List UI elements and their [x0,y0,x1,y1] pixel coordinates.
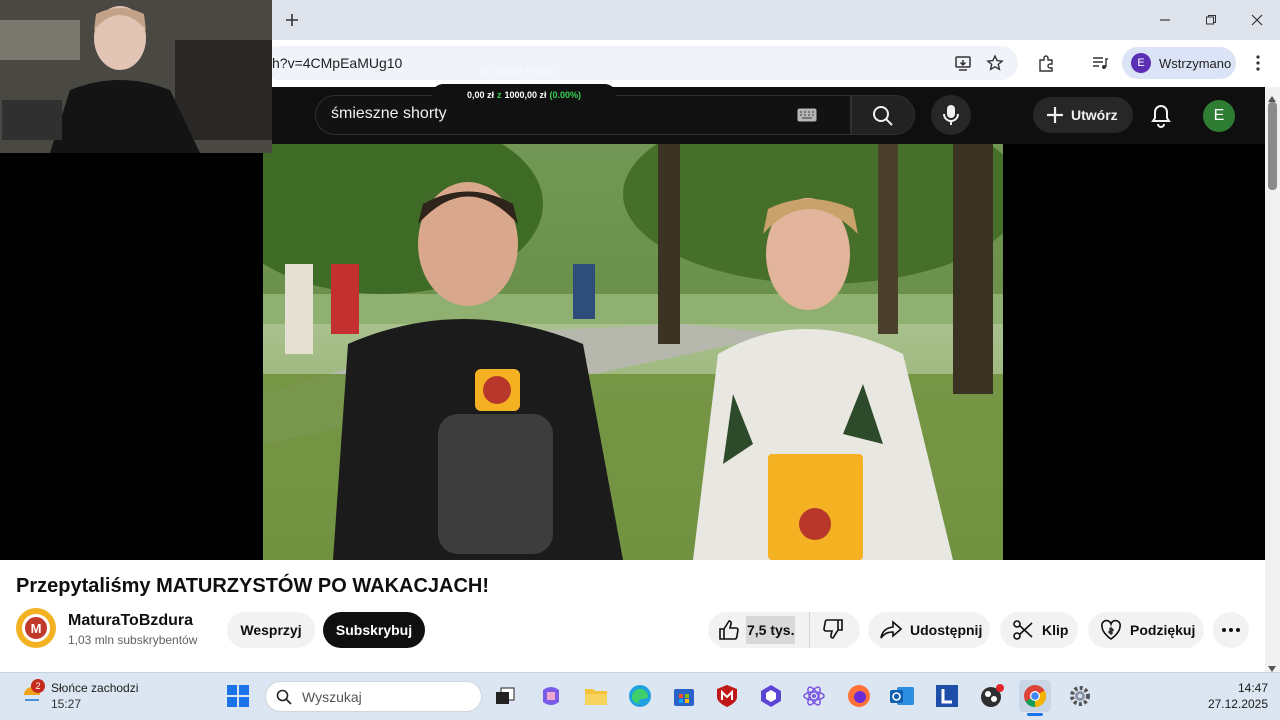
taskbar-search-input[interactable]: Wyszukaj [265,681,482,712]
install-app-icon[interactable] [949,49,977,77]
donation-progress-widget: 0,00 zł z 1000,00 zł (0.00%) [432,84,616,106]
windows-start-icon[interactable] [222,680,254,712]
browser-menu-kebab-icon[interactable] [1244,49,1272,77]
search-icon [873,106,893,126]
address-bar-url[interactable]: h?v=4CMpEaMUg10 [272,53,402,73]
restore-icon[interactable] [1197,6,1225,34]
profile-avatar: E [1131,53,1151,73]
scissors-icon [1013,620,1033,640]
share-button[interactable]: Udostępnij [868,612,990,648]
file-explorer-icon[interactable] [580,680,612,712]
webcam-overlay [0,0,272,153]
keyboard-icon[interactable] [797,108,817,127]
edge-icon[interactable] [624,680,656,712]
subscriber-count: 1,03 mln subskrybentów [68,633,198,647]
like-count: 7,5 tys. [746,616,796,644]
obs-icon[interactable] [976,680,1008,712]
share-arrow-icon [880,620,902,639]
channel-avatar[interactable]: M [16,608,56,648]
create-button[interactable]: Utwórz [1033,97,1133,133]
donation-separator: z [496,90,502,100]
dislike-button[interactable] [810,618,844,643]
task-view-icon[interactable] [489,680,521,712]
chrome-active-indicator [1027,713,1043,716]
voice-search-button[interactable] [931,95,971,135]
subscribe-button[interactable]: Subskrybuj [323,612,425,648]
taskbar-search-placeholder: Wyszukaj [302,688,362,705]
media-controls-icon[interactable] [1086,49,1114,77]
weather-badge: 2 [31,679,45,693]
scrollbar-thumb[interactable] [1268,102,1277,190]
weather-time-text: 15:27 [51,697,82,711]
video-title: Przepytaliśmy MATURZYSTÓW PO WAKACJACH! [16,575,490,597]
video-frame[interactable] [263,144,1003,560]
close-window-icon[interactable] [1243,6,1271,34]
clock-date: 27.12.2025 [1207,697,1268,711]
donation-caption: na ruchy Pando [480,66,558,78]
webcam-image [0,0,272,153]
more-actions-button[interactable] [1213,612,1249,648]
thanks-button[interactable]: Podziękuj [1088,612,1204,648]
notifications-button[interactable] [1143,98,1179,134]
microphone-icon [943,105,959,125]
store-icon[interactable] [668,680,700,712]
outlook-icon[interactable] [886,680,918,712]
bookmark-star-icon[interactable] [981,49,1009,77]
vpn-icon[interactable] [755,680,787,712]
system-clock[interactable]: 14:47 27.12.2025 [1196,680,1268,712]
donation-goal: 1000,00 zł [504,90,547,100]
thumbs-up-icon [719,620,739,640]
donation-current: 0,00 zł [466,90,494,100]
like-button[interactable]: 7,5 tys. [708,612,810,648]
support-button[interactable]: Wesprzyj [227,612,315,648]
like-dislike-group: 7,5 tys. [708,612,860,648]
search-query-text[interactable]: śmieszne shorty [331,105,447,123]
channel-name[interactable]: MaturaToBzdura [68,612,193,630]
chrome-icon[interactable] [1019,680,1051,712]
react-icon[interactable] [798,680,830,712]
l-app-icon[interactable] [931,680,963,712]
settings-icon[interactable] [1064,680,1096,712]
profile-chip[interactable]: E Wstrzymano [1122,47,1236,79]
mcafee-icon[interactable] [711,680,743,712]
share-label: Udostępnij [910,622,983,638]
clip-label: Klip [1042,622,1069,638]
extensions-puzzle-icon[interactable] [1032,49,1060,77]
weather-status-text[interactable]: Słońce zachodzi [51,681,138,695]
minimize-icon[interactable] [1151,6,1179,34]
thumbs-down-icon [823,618,843,639]
clock-time: 14:47 [1237,681,1268,695]
donation-percent: (0.00%) [549,90,582,100]
search-button[interactable] [851,95,915,135]
user-avatar[interactable]: E [1203,100,1235,132]
plus-icon [1047,107,1063,123]
channel-logo-letter: M [22,614,50,642]
heart-dollar-icon [1101,619,1121,640]
profile-status-label: Wstrzymano [1159,55,1232,71]
bell-icon [1151,104,1171,128]
copilot-icon[interactable] [535,680,567,712]
create-label: Utwórz [1071,107,1118,123]
thanks-label: Podziękuj [1130,622,1196,638]
firefox-icon[interactable] [843,680,875,712]
clip-button[interactable]: Klip [1000,612,1078,648]
search-icon [276,689,292,705]
new-tab-plus-icon[interactable] [278,6,306,34]
video-scene-image [263,144,1003,560]
more-horizontal-icon [1222,628,1240,632]
